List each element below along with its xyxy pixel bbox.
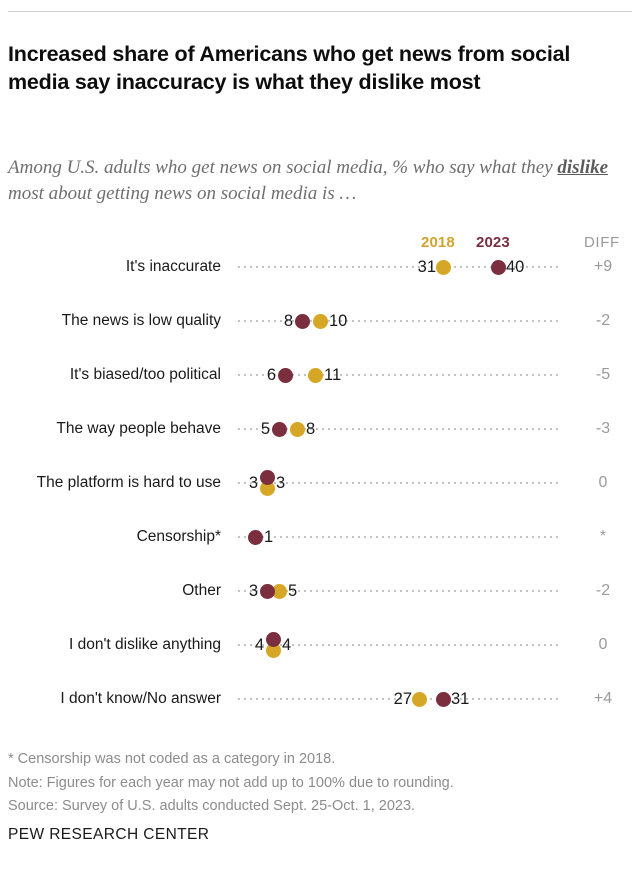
chart-row: The way people behave 5 8 -3 — [0, 410, 640, 464]
chart-row: I don't dislike anything 4 4 0 — [0, 626, 640, 680]
data-dot-2023 — [294, 313, 310, 329]
chart-page: Increased share of Americans who get new… — [0, 0, 640, 880]
row-track: 44 — [236, 626, 559, 664]
data-dot-2023 — [490, 259, 506, 275]
chart-rows: It's inaccurate 31 40 +9 The news is low qua… — [0, 248, 640, 734]
data-dot-2023 — [247, 529, 263, 545]
diff-value: +9 — [593, 258, 613, 275]
dotted-leader — [236, 536, 559, 538]
data-value-label: 31 — [417, 258, 436, 276]
data-dot-2023 — [435, 691, 451, 707]
chart-row: I don't know/No answer 27 31 +4 — [0, 680, 640, 734]
page-title: Increased share of Americans who get new… — [8, 42, 571, 95]
diff-value: -3 — [595, 420, 611, 437]
data-value-label: 27 — [393, 690, 412, 708]
data-value-label: 8 — [306, 420, 316, 438]
diff-value: +4 — [593, 690, 613, 707]
data-value-label: 6 — [266, 366, 276, 384]
data-value-label: 3 — [248, 582, 258, 600]
data-value-label: 10 — [329, 312, 348, 330]
data-dot-2018 — [312, 313, 328, 329]
subtitle-emphasis: dislike — [557, 157, 609, 178]
data-value-label: 8 — [283, 312, 293, 330]
chart-row: The platform is hard to use 3 3 0 — [0, 464, 640, 518]
data-dot-2023 — [277, 367, 293, 383]
row-label: It's biased/too political — [69, 366, 221, 383]
data-value-label: 1 — [264, 528, 274, 546]
row-label: I don't know/No answer — [60, 690, 221, 707]
row-track: 1 — [236, 518, 559, 556]
diff-value: 0 — [598, 636, 608, 653]
row-track: 8 10 — [236, 302, 559, 340]
diff-value: -2 — [595, 582, 611, 599]
data-value-label: 4 — [282, 636, 292, 654]
diff-value: * — [599, 528, 607, 545]
data-value-label: 40 — [506, 258, 525, 276]
data-dot-2023 — [265, 632, 281, 647]
row-track: 6 11 — [236, 356, 559, 394]
chart-row: Censorship* 1 * — [0, 518, 640, 572]
chart-row: It's biased/too political 6 11 -5 — [0, 356, 640, 410]
row-label: The platform is hard to use — [36, 474, 221, 491]
diff-value: 0 — [598, 474, 608, 491]
chart-notes: * Censorship was not coded as a category… — [8, 748, 628, 819]
row-track: 58 — [236, 410, 559, 448]
data-value-label: 3 — [276, 474, 286, 492]
data-dot-2023 — [259, 583, 275, 599]
data-value-label: 5 — [260, 420, 270, 438]
data-dot-2023 — [271, 421, 287, 437]
data-dot-2023 — [259, 470, 275, 485]
row-label: The way people behave — [56, 420, 221, 437]
data-value-label: 3 — [248, 474, 258, 492]
diff-value: -5 — [595, 366, 611, 383]
data-dot-2018 — [289, 421, 305, 437]
brand-label: PEW RESEARCH CENTER — [8, 826, 210, 843]
chart-row: Other 3 5 -2 — [0, 572, 640, 626]
data-dot-2018 — [411, 691, 427, 707]
row-track: 27 31 — [236, 680, 559, 718]
data-value-label: 4 — [254, 636, 264, 654]
subtitle-part-2: most about getting news on social media … — [8, 183, 357, 204]
data-value-label: 11 — [324, 366, 342, 384]
row-track: 31 40 — [236, 248, 559, 286]
chart-note: * Censorship was not coded as a category… — [8, 751, 336, 767]
diff-value: -2 — [595, 312, 611, 329]
data-value-label: 31 — [451, 690, 470, 708]
data-dot-2018 — [307, 367, 323, 383]
subtitle-part-1: Among U.S. adults who get news on social… — [8, 157, 558, 178]
chart-subtitle: Among U.S. adults who get news on social… — [8, 155, 640, 207]
chart-note: Note: Figures for each year may not add … — [8, 774, 454, 791]
chart-row: The news is low quality 8 10 -2 — [0, 302, 640, 356]
chart-row: It's inaccurate 31 40 +9 — [0, 248, 640, 302]
row-label: Other — [182, 582, 221, 599]
row-label: I don't dislike anything — [68, 636, 221, 653]
chart-note: Source: Survey of U.S. adults conducted … — [8, 798, 416, 814]
row-label: The news is low quality — [61, 312, 221, 329]
data-value-label: 5 — [288, 582, 298, 600]
row-track: 35 — [236, 572, 559, 610]
row-label: Censorship* — [136, 528, 221, 545]
row-track: 33 — [236, 464, 559, 502]
top-divider — [8, 11, 632, 12]
row-label: It's inaccurate — [125, 258, 221, 275]
data-dot-2018 — [435, 259, 451, 275]
